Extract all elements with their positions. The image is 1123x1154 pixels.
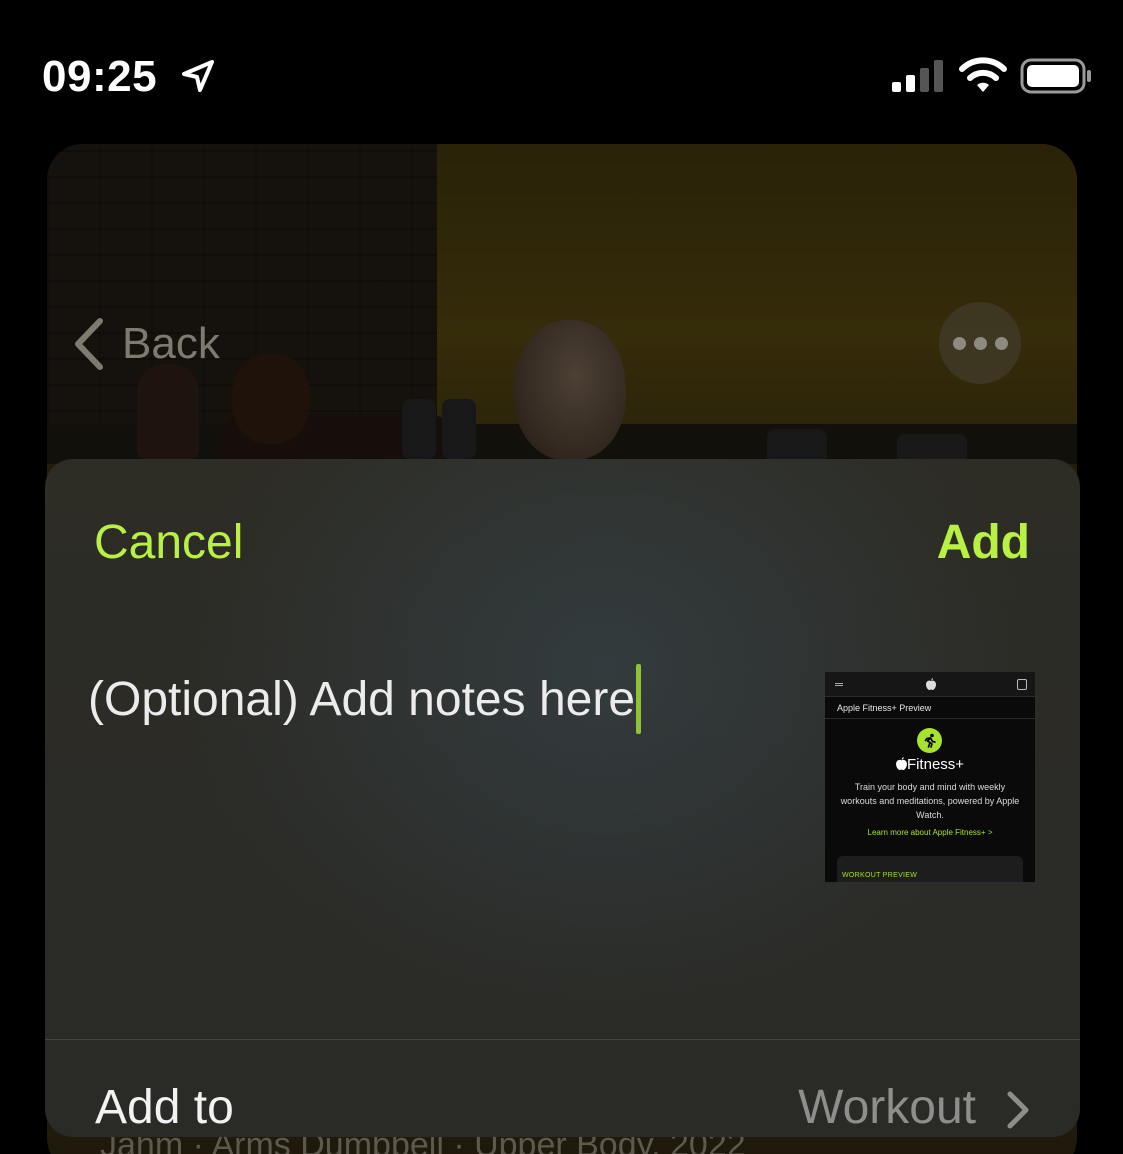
more-options-button[interactable]: [939, 302, 1021, 384]
wifi-icon: [959, 57, 1007, 92]
notes-placeholder: (Optional) Add notes here: [88, 672, 636, 726]
battery-icon: [1020, 58, 1091, 94]
menu-icon: [835, 683, 843, 686]
add-to-value: Workout: [798, 1081, 976, 1134]
apple-logo-icon: [896, 757, 907, 770]
add-note-sheet: Cancel Add (Optional) Add notes here App…: [45, 459, 1080, 1137]
status-time: 09:25: [42, 52, 158, 101]
screen: 09:25 Back Jahm · Arms Dumbbell · Upper …: [0, 0, 1123, 1154]
back-label: Back: [122, 319, 220, 368]
brand-text: Fitness+: [906, 756, 965, 773]
thumb-learn-more-link: Learn more about Apple Fitness+ >: [867, 828, 993, 837]
add-button[interactable]: Add: [937, 515, 1030, 570]
thumb-card-label: WORKOUT PREVIEW: [842, 872, 918, 879]
chevron-left-icon: [75, 318, 103, 370]
ellipsis-icon: [952, 336, 966, 350]
ellipsis-dot: [994, 336, 1008, 350]
chevron-right-icon: [1007, 1091, 1029, 1129]
text-cursor: [636, 664, 642, 734]
add-to-label: Add to: [95, 1081, 234, 1134]
thumb-description: Train your body and mind with weekly wor…: [840, 782, 1020, 820]
thumb-navbar: [825, 672, 1035, 697]
cellular-signal-icon: [892, 60, 943, 92]
shopping-bag-icon: [1017, 679, 1027, 690]
thumb-subnav: Apple Fitness+ Preview: [825, 697, 1035, 719]
runner-icon: [924, 733, 936, 748]
shared-page-thumbnail: Apple Fitness+ Preview Fitness+ Train yo…: [825, 672, 1035, 882]
location-arrow-icon: [182, 60, 214, 92]
back-button[interactable]: Back: [72, 316, 220, 372]
fitness-brand-title: Fitness+: [825, 756, 1035, 773]
cancel-button[interactable]: Cancel: [94, 515, 243, 570]
fitness-runner-icon: [917, 728, 942, 753]
apple-logo-icon: [926, 678, 936, 690]
thumb-workout-card: WORKOUT PREVIEW: [837, 856, 1023, 882]
notes-input[interactable]: (Optional) Add notes here: [88, 659, 808, 739]
add-to-row[interactable]: Add to Workout: [45, 1040, 1080, 1137]
ellipsis-dot: [973, 336, 987, 350]
sheet-header: Cancel Add: [45, 459, 1080, 629]
